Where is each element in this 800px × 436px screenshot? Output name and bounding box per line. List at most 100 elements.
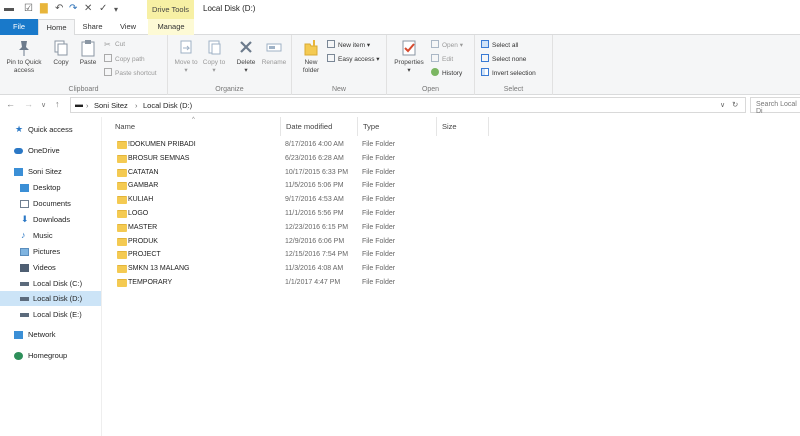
tab-manage[interactable]: Manage: [148, 19, 194, 35]
up-arrow-icon[interactable]: ↑: [55, 99, 60, 109]
column-header-size[interactable]: Size: [437, 117, 489, 136]
paste-button[interactable]: Paste: [76, 39, 100, 67]
file-row[interactable]: BROSUR SEMNAS 6/23/2016 6:28 AM File Folde…: [111, 152, 491, 166]
cut-button[interactable]: ✂ Cut: [104, 40, 125, 49]
copy-path-label: Copy path: [115, 56, 145, 63]
file-row[interactable]: MASTER 12/23/2016 6:15 PM File Folder: [111, 221, 491, 235]
system-menu-icon[interactable]: ▬: [4, 3, 14, 14]
select-group-label: Select: [503, 86, 524, 93]
nav-documents[interactable]: Documents: [0, 196, 101, 211]
nav-this-pc[interactable]: Soni Sitez: [0, 164, 101, 179]
easy-access-label: Easy access: [338, 56, 375, 63]
check-icon[interactable]: ✓: [99, 3, 107, 14]
nav-label: Network: [28, 330, 56, 339]
nav-videos[interactable]: Videos: [0, 260, 101, 275]
paste-shortcut-button[interactable]: Paste shortcut: [104, 68, 157, 77]
properties-check-icon: [402, 40, 416, 56]
nav-local-disk-d[interactable]: Local Disk (D:): [0, 291, 101, 306]
nav-label: Music: [33, 231, 53, 240]
drive-icon: [20, 282, 29, 286]
nav-local-disk-c[interactable]: Local Disk (C:): [0, 276, 101, 291]
delete-button[interactable]: Delete ▾: [232, 39, 260, 75]
back-arrow-icon[interactable]: ←: [6, 99, 15, 109]
edit-button[interactable]: Edit: [431, 54, 453, 63]
file-date-modified: 8/17/2016 4:00 AM: [285, 141, 344, 148]
file-row[interactable]: !DOKUMEN PRIBADI 8/17/2016 4:00 AM File Fo…: [111, 138, 491, 152]
forward-arrow-icon[interactable]: →: [24, 99, 33, 109]
properties-label: Properties: [394, 59, 424, 66]
column-header-date[interactable]: Date modified: [281, 117, 358, 136]
invert-selection-button[interactable]: Invert selection: [481, 68, 536, 77]
file-name: TEMPORARY: [128, 279, 173, 286]
pin-to-quick-access-button[interactable]: Pin to Quick access: [2, 39, 46, 75]
organize-group: Move to ▾ Copy to ▾ Delete ▾ Rename Organiz…: [168, 35, 292, 95]
copy-label: Copy: [53, 59, 69, 66]
copy-to-button[interactable]: Copy to ▾: [200, 39, 228, 75]
paste-label: Paste: [79, 59, 97, 66]
new-item-icon: [327, 40, 335, 48]
nav-onedrive[interactable]: OneDrive: [0, 143, 101, 158]
tab-home[interactable]: Home: [38, 19, 75, 36]
properties-button[interactable]: Properties ▾: [391, 39, 427, 75]
move-to-button[interactable]: Move to ▾: [172, 39, 200, 75]
drive-tools-context-tab: Drive Tools: [147, 0, 194, 19]
file-name: CATATAN: [128, 168, 159, 176]
breadcrumb-local-disk-d[interactable]: Local Disk (D:): [143, 101, 192, 110]
new-item-button[interactable]: New item ▾: [327, 40, 370, 49]
copy-button[interactable]: Copy: [49, 39, 73, 67]
tab-view[interactable]: View: [110, 19, 146, 35]
file-row[interactable]: KULIAH 9/17/2016 4:53 AM File Folder: [111, 193, 491, 207]
rename-button[interactable]: Rename: [260, 39, 288, 67]
redo-icon[interactable]: ↷: [69, 3, 77, 14]
nav-local-disk-e[interactable]: Local Disk (E:): [0, 307, 101, 322]
select-all-icon: [481, 40, 489, 48]
new-folder-button[interactable]: New folder: [298, 39, 324, 75]
file-name: PRODUK: [128, 237, 158, 245]
open-button[interactable]: Open ▾: [431, 40, 463, 49]
history-label: History: [442, 70, 463, 77]
file-row[interactable]: PROJECT 12/15/2016 7:54 PM File Folder: [111, 248, 491, 262]
history-button[interactable]: History: [431, 68, 462, 77]
new-group-label: New: [331, 86, 346, 93]
recent-locations-icon[interactable]: ∨: [41, 101, 46, 109]
tab-share[interactable]: Share: [76, 19, 109, 35]
search-input[interactable]: Search Local Di: [750, 97, 800, 115]
nav-label: Local Disk (D:): [33, 294, 83, 303]
address-dropdown-icon[interactable]: ∨: [720, 101, 725, 109]
refresh-icon[interactable]: ↻: [732, 100, 738, 109]
nav-desktop[interactable]: Desktop: [0, 180, 101, 195]
file-row[interactable]: PRODUK 12/9/2016 6:06 PM File Folder: [111, 235, 491, 249]
breadcrumb-separator-icon: ›: [86, 101, 89, 110]
nav-downloads[interactable]: ⬇ Downloads: [0, 212, 101, 227]
file-type: File Folder: [362, 237, 396, 245]
easy-access-button[interactable]: Easy access ▾: [327, 54, 380, 63]
tab-file[interactable]: File: [0, 19, 38, 35]
customize-toolbar-icon[interactable]: ▾: [114, 5, 118, 14]
column-header-type[interactable]: Type: [358, 117, 437, 136]
nav-homegroup[interactable]: Homegroup: [0, 348, 101, 363]
file-row[interactable]: GAMBAR 11/5/2016 5:06 PM File Folder: [111, 179, 491, 193]
rename-label: Rename: [261, 59, 287, 66]
select-none-button[interactable]: Select none: [481, 54, 526, 63]
column-name-label: Name: [115, 122, 136, 131]
file-date-modified: 6/23/2016 6:28 AM: [285, 154, 344, 162]
undo-icon[interactable]: ↶: [55, 3, 63, 14]
file-row[interactable]: SMKN 13 MALANG 11/3/2016 4:08 AM File Fold…: [111, 262, 491, 276]
file-row[interactable]: CATATAN 10/17/2015 6:33 PM File Folder: [111, 166, 491, 180]
address-bar[interactable]: ▬ › Soni Sitez › Local Disk (D:) ∨ ↻: [70, 97, 746, 113]
new-folder-icon[interactable]: ▇: [40, 3, 48, 14]
nav-network[interactable]: Network: [0, 327, 101, 342]
nav-music[interactable]: ♪ Music: [0, 228, 101, 243]
copy-to-label: Copy to: [202, 59, 226, 66]
properties-icon[interactable]: ☑: [24, 3, 33, 14]
file-row[interactable]: LOGO 11/1/2016 5:56 PM File Folder: [111, 207, 491, 221]
folder-icon: [117, 265, 127, 274]
nav-pictures[interactable]: Pictures: [0, 244, 101, 259]
column-header-name[interactable]: Name ^: [110, 117, 281, 136]
delete-icon[interactable]: ✕: [84, 3, 92, 14]
breadcrumb-soni-sitez[interactable]: Soni Sitez: [94, 101, 128, 110]
file-row[interactable]: TEMPORARY 1/1/2017 4:47 PM File Folder: [111, 276, 491, 290]
copy-path-button[interactable]: Copy path: [104, 54, 145, 63]
nav-quick-access[interactable]: ★ Quick access: [0, 122, 101, 137]
select-all-button[interactable]: Select all: [481, 40, 518, 49]
